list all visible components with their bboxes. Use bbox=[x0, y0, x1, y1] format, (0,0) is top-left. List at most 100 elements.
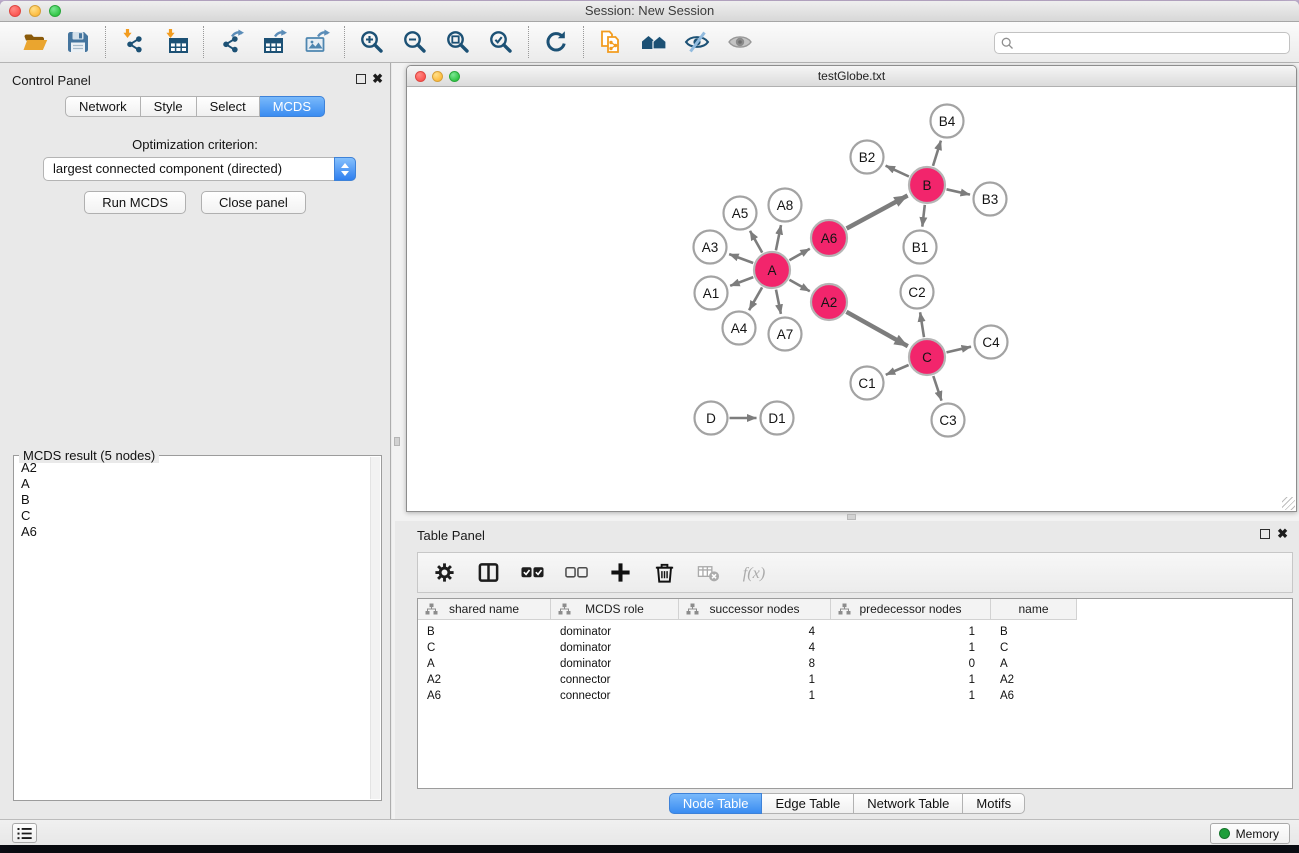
column-header-shared-name[interactable]: shared name bbox=[418, 599, 551, 620]
graph-edge-A6-B[interactable] bbox=[847, 196, 908, 229]
graph-node-A3[interactable]: A3 bbox=[694, 231, 727, 264]
table-row[interactable]: Adominator80A bbox=[418, 656, 1292, 672]
graph-node-B[interactable]: B bbox=[909, 167, 945, 203]
export-network-icon[interactable] bbox=[217, 28, 245, 56]
open-file-icon[interactable] bbox=[21, 28, 49, 56]
import-network-icon[interactable] bbox=[119, 28, 147, 56]
resize-grip-icon[interactable] bbox=[1282, 497, 1295, 510]
mcds-result-item[interactable]: A6 bbox=[15, 524, 369, 540]
run-mcds-button[interactable]: Run MCDS bbox=[84, 191, 186, 214]
graph-edge-B-B1[interactable] bbox=[922, 205, 925, 227]
close-table-panel-icon[interactable]: ✖ bbox=[1277, 529, 1288, 539]
graph-node-B4[interactable]: B4 bbox=[931, 105, 964, 138]
graph-edge-C-C3[interactable] bbox=[933, 376, 941, 401]
graph-edge-B-B4[interactable] bbox=[933, 141, 941, 166]
graph-node-A6[interactable]: A6 bbox=[811, 220, 847, 256]
graph-edge-A-A1[interactable] bbox=[730, 277, 753, 286]
tab-network[interactable]: Network bbox=[65, 96, 141, 117]
graph-edge-A-A3[interactable] bbox=[729, 254, 753, 263]
zoom-network-icon[interactable] bbox=[449, 71, 460, 82]
column-header-successor-nodes[interactable]: successor nodes bbox=[679, 599, 831, 620]
table-row[interactable]: A2connector11A2 bbox=[418, 672, 1292, 688]
close-network-icon[interactable] bbox=[415, 71, 426, 82]
graph-node-A1[interactable]: A1 bbox=[695, 277, 728, 310]
show-all-icon[interactable] bbox=[726, 28, 754, 56]
tab-select[interactable]: Select bbox=[197, 96, 260, 117]
zoom-out-icon[interactable] bbox=[401, 28, 429, 56]
graph-node-C2[interactable]: C2 bbox=[901, 276, 934, 309]
memory-button[interactable]: Memory bbox=[1210, 823, 1290, 844]
zoom-in-icon[interactable] bbox=[358, 28, 386, 56]
show-columns-icon[interactable] bbox=[475, 559, 502, 586]
new-network-from-selection-icon[interactable] bbox=[597, 28, 625, 56]
search-input[interactable] bbox=[1018, 36, 1283, 50]
criterion-dropdown[interactable]: largest connected component (directed) bbox=[43, 157, 356, 181]
graph-edge-A2-C[interactable] bbox=[846, 312, 907, 346]
graph-edge-A-A5[interactable] bbox=[750, 231, 762, 253]
tab-mcds[interactable]: MCDS bbox=[260, 96, 325, 117]
vertical-splitter-handle[interactable] bbox=[394, 437, 400, 446]
graph-node-C[interactable]: C bbox=[909, 339, 945, 375]
close-window-icon[interactable] bbox=[9, 5, 21, 17]
table-row[interactable]: Cdominator41C bbox=[418, 640, 1292, 656]
delete-icon[interactable] bbox=[651, 559, 678, 586]
graph-node-B3[interactable]: B3 bbox=[974, 183, 1007, 216]
tab-network-table[interactable]: Network Table bbox=[854, 793, 963, 814]
graph-edge-C-C1[interactable] bbox=[886, 365, 909, 375]
graph-node-B1[interactable]: B1 bbox=[904, 231, 937, 264]
graph-node-D1[interactable]: D1 bbox=[761, 402, 794, 435]
tab-edge-table[interactable]: Edge Table bbox=[762, 793, 854, 814]
graph-node-A7[interactable]: A7 bbox=[769, 318, 802, 351]
graph-edge-A-A4[interactable] bbox=[749, 287, 762, 310]
graph-node-A8[interactable]: A8 bbox=[769, 189, 802, 222]
mcds-result-item[interactable]: B bbox=[15, 492, 369, 508]
graph-node-C4[interactable]: C4 bbox=[975, 326, 1008, 359]
graph-edge-A-A7[interactable] bbox=[776, 290, 781, 314]
save-session-icon[interactable] bbox=[64, 28, 92, 56]
graph-edge-A-A2[interactable] bbox=[789, 280, 809, 291]
export-image-icon[interactable] bbox=[303, 28, 331, 56]
search-field[interactable] bbox=[994, 32, 1290, 54]
hide-selected-icon[interactable] bbox=[683, 28, 711, 56]
graph-node-D[interactable]: D bbox=[695, 402, 728, 435]
graph-edge-C-C2[interactable] bbox=[920, 312, 924, 337]
deselect-all-icon[interactable] bbox=[563, 559, 590, 586]
network-window-titlebar[interactable]: testGlobe.txt bbox=[407, 66, 1296, 87]
column-header-predecessor-nodes[interactable]: predecessor nodes bbox=[831, 599, 991, 620]
graph-edge-B-B3[interactable] bbox=[947, 189, 971, 194]
zoom-selected-icon[interactable] bbox=[487, 28, 515, 56]
first-neighbors-icon[interactable] bbox=[640, 28, 668, 56]
graph-edge-B-B2[interactable] bbox=[886, 166, 909, 177]
dropdown-stepper-icon[interactable] bbox=[334, 157, 356, 181]
graph-node-A5[interactable]: A5 bbox=[724, 197, 757, 230]
graph-node-C3[interactable]: C3 bbox=[932, 404, 965, 437]
tab-motifs[interactable]: Motifs bbox=[963, 793, 1025, 814]
float-table-panel-icon[interactable] bbox=[1260, 529, 1270, 539]
mcds-result-item[interactable]: C bbox=[15, 508, 369, 524]
import-table-icon[interactable] bbox=[162, 28, 190, 56]
list-icon[interactable] bbox=[12, 823, 37, 843]
network-canvas[interactable]: B4B2BB3A8A5A6A3B1AA1C2A2A4A7C4CC1DD1C3 bbox=[407, 88, 1296, 511]
horizontal-splitter-handle[interactable] bbox=[847, 514, 856, 520]
float-panel-icon[interactable] bbox=[356, 74, 366, 84]
table-settings-icon[interactable] bbox=[431, 559, 458, 586]
tab-node-table[interactable]: Node Table bbox=[669, 793, 763, 814]
minimize-window-icon[interactable] bbox=[29, 5, 41, 17]
column-header-name[interactable]: name bbox=[991, 599, 1077, 620]
graph-node-A4[interactable]: A4 bbox=[723, 312, 756, 345]
zoom-window-icon[interactable] bbox=[49, 5, 61, 17]
select-all-icon[interactable] bbox=[519, 559, 546, 586]
mcds-result-item[interactable]: A bbox=[15, 476, 369, 492]
tab-style[interactable]: Style bbox=[141, 96, 197, 117]
close-panel-icon[interactable]: ✖ bbox=[372, 74, 383, 84]
table-row[interactable]: A6connector11A6 bbox=[418, 688, 1292, 704]
close-panel-button[interactable]: Close panel bbox=[201, 191, 306, 214]
minimize-network-icon[interactable] bbox=[432, 71, 443, 82]
table-row[interactable]: Bdominator41B bbox=[418, 624, 1292, 640]
graph-edge-A-A8[interactable] bbox=[776, 225, 781, 250]
graph-node-C1[interactable]: C1 bbox=[851, 367, 884, 400]
refresh-icon[interactable] bbox=[542, 28, 570, 56]
mcds-result-item[interactable]: A2 bbox=[15, 460, 369, 476]
graph-edge-A-A6[interactable] bbox=[789, 249, 809, 260]
scrollbar-track[interactable] bbox=[370, 457, 380, 799]
